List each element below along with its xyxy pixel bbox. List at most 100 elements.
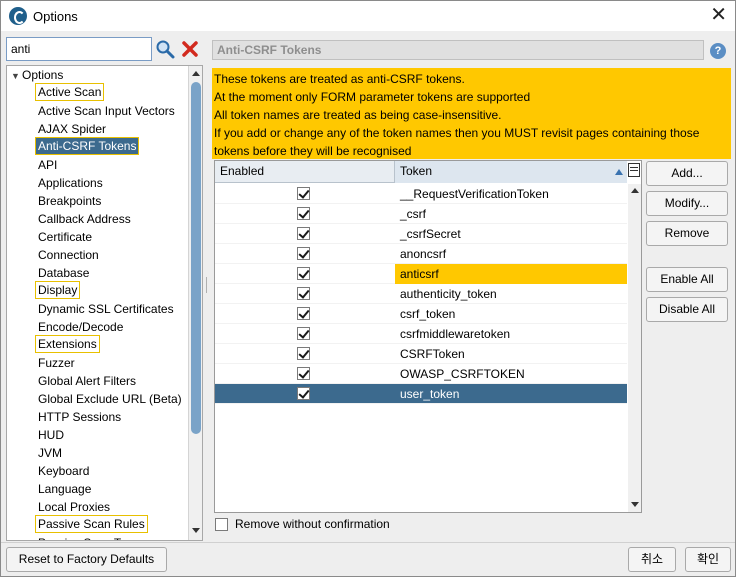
tree-row: Breakpoints [35,191,191,209]
options-search-input[interactable] [6,37,152,61]
tree-row: JVM [35,443,191,461]
panel-splitter[interactable] [205,65,208,541]
clear-search-icon[interactable] [180,39,200,59]
enabled-checkbox[interactable] [297,387,310,400]
tree-scroll-thumb[interactable] [191,82,201,434]
tree-item[interactable]: Passive Scan Tags [35,533,191,540]
tree-item[interactable]: Fuzzer [35,353,191,371]
token-cell: authenticity_token [400,287,497,301]
tree-row: Callback Address [35,209,191,227]
column-header-enabled[interactable]: Enabled [215,161,395,183]
tree-scrollbar[interactable] [188,66,202,540]
tree-item[interactable]: Certificate [35,227,191,245]
table-row[interactable]: _csrfSecret [215,224,627,244]
tree-item[interactable]: Database [35,263,191,281]
tree-row: Extensions [35,335,191,353]
tree-item[interactable]: HTTP Sessions [35,407,191,425]
table-row[interactable]: __RequestVerificationToken [215,184,627,204]
tree-row: Keyboard [35,461,191,479]
remove-button[interactable]: Remove [646,221,728,246]
enabled-checkbox[interactable] [297,187,310,200]
scroll-down-icon[interactable] [631,502,639,507]
tree-row: Database [35,263,191,281]
column-header-token-label: Token [400,164,433,178]
table-row[interactable]: anoncsrf [215,244,627,264]
enable-all-button[interactable]: Enable All [646,267,728,292]
tree-item[interactable]: Anti-CSRF Tokens [35,137,140,155]
tree-item[interactable]: Connection [35,245,191,263]
enabled-checkbox[interactable] [297,347,310,360]
scroll-up-icon[interactable] [631,188,639,193]
tree-item[interactable]: HUD [35,425,191,443]
table-header: Enabled Token [215,161,627,183]
scroll-up-icon[interactable] [192,71,200,76]
notice-line: All token names are treated as being cas… [214,108,502,122]
table-row[interactable]: user_token [215,384,627,404]
tree-item[interactable]: Passive Scan Rules [35,515,148,533]
token-cell: OWASP_CSRFTOKEN [400,367,525,381]
table-row[interactable]: _csrf [215,204,627,224]
tree-item[interactable]: Dynamic SSL Certificates [35,299,191,317]
table-row[interactable]: CSRFToken [215,344,627,364]
token-cell: _csrf [400,207,427,221]
divider [1,542,735,543]
tree-item[interactable]: Keyboard [35,461,191,479]
notice-line: These tokens are treated as anti-CSRF to… [214,72,465,86]
token-cell: CSRFToken [400,347,465,361]
tree-row: Connection [35,245,191,263]
tree-item[interactable]: API [35,155,191,173]
column-header-token[interactable]: Token [395,161,627,183]
tree-item[interactable]: Active Scan [35,83,105,101]
token-cell: anoncsrf [400,247,447,261]
ok-button[interactable]: 확인 [685,547,731,572]
remove-without-confirmation-label: Remove without confirmation [235,517,390,531]
search-icon[interactable] [155,39,175,59]
tree-item[interactable]: Local Proxies [35,497,191,515]
notice-box: These tokens are treated as anti-CSRF to… [212,68,731,159]
table-row[interactable]: anticsrf [215,264,627,284]
table-row[interactable]: csrfmiddlewaretoken [215,324,627,344]
tree-item[interactable]: Extensions [35,335,100,353]
enabled-checkbox[interactable] [297,207,310,220]
expand-caret-icon[interactable]: ▼ [11,68,22,84]
enabled-checkbox[interactable] [297,267,310,280]
tree-item[interactable]: Applications [35,173,191,191]
cancel-button[interactable]: 취소 [628,547,676,572]
tree-item[interactable]: Display [35,281,81,299]
table-scrollbar[interactable] [628,184,641,512]
tree-row: HUD [35,425,191,443]
tree-row: Local Proxies [35,497,191,515]
tree-item[interactable]: Global Exclude URL (Beta) [35,389,191,407]
tree-root[interactable]: ▼ Options [11,67,63,83]
token-cell: user_token [400,387,460,401]
enabled-checkbox[interactable] [297,367,310,380]
notice-line: At the moment only FORM parameter tokens… [214,90,531,104]
table-row[interactable]: csrf_token [215,304,627,324]
column-chooser-icon[interactable] [628,163,640,177]
table-row[interactable]: OWASP_CSRFTOKEN [215,364,627,384]
checkbox-box[interactable] [215,518,228,531]
enabled-checkbox[interactable] [297,327,310,340]
table-row[interactable]: authenticity_token [215,284,627,304]
close-icon[interactable]: ✕ [710,4,727,26]
enabled-checkbox[interactable] [297,307,310,320]
tree-item[interactable]: Callback Address [35,209,191,227]
tree-item[interactable]: Global Alert Filters [35,371,191,389]
modify-button[interactable]: Modify... [646,191,728,216]
enabled-checkbox[interactable] [297,227,310,240]
tree-item[interactable]: AJAX Spider [35,119,191,137]
enabled-checkbox[interactable] [297,287,310,300]
tree-item[interactable]: Language [35,479,191,497]
reset-to-factory-defaults-button[interactable]: Reset to Factory Defaults [6,547,167,572]
tree-item[interactable]: Breakpoints [35,191,191,209]
tree-item[interactable]: Encode/Decode [35,317,191,335]
table-rows: __RequestVerificationToken _csrf _csrfSecr… [215,184,627,404]
scroll-down-icon[interactable] [192,528,200,533]
help-icon[interactable]: ? [710,43,726,59]
tree-item[interactable]: JVM [35,443,191,461]
tree-row: Passive Scan Rules [35,515,191,533]
add-button[interactable]: Add... [646,161,728,186]
tree-item[interactable]: Active Scan Input Vectors [35,101,191,119]
disable-all-button[interactable]: Disable All [646,297,728,322]
enabled-checkbox[interactable] [297,247,310,260]
